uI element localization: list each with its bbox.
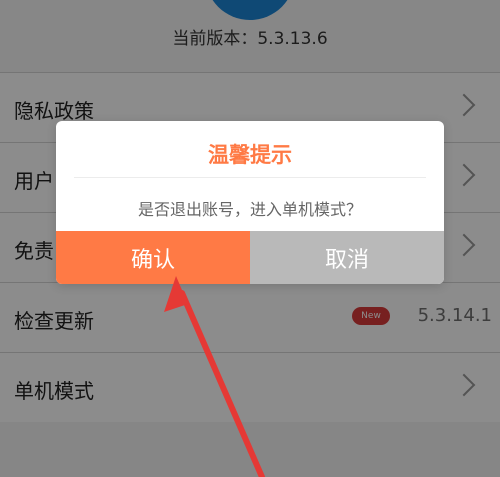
dialog-title: 温馨提示 xyxy=(208,143,292,167)
confirmation-dialog: 温馨提示 是否退出账号，进入单机模式？ 确认 取消 xyxy=(56,121,444,284)
dialog-message: 是否退出账号，进入单机模式？ xyxy=(137,200,362,219)
dialog-divider xyxy=(74,177,426,178)
confirm-button[interactable]: 确认 xyxy=(56,231,250,284)
settings-screen: 当前版本：5.3.13.6 隐私政策 用户 免责 检查更新 New 5.3.14… xyxy=(0,0,500,477)
cancel-button[interactable]: 取消 xyxy=(250,231,444,284)
dialog-actions: 确认 取消 xyxy=(56,231,444,284)
